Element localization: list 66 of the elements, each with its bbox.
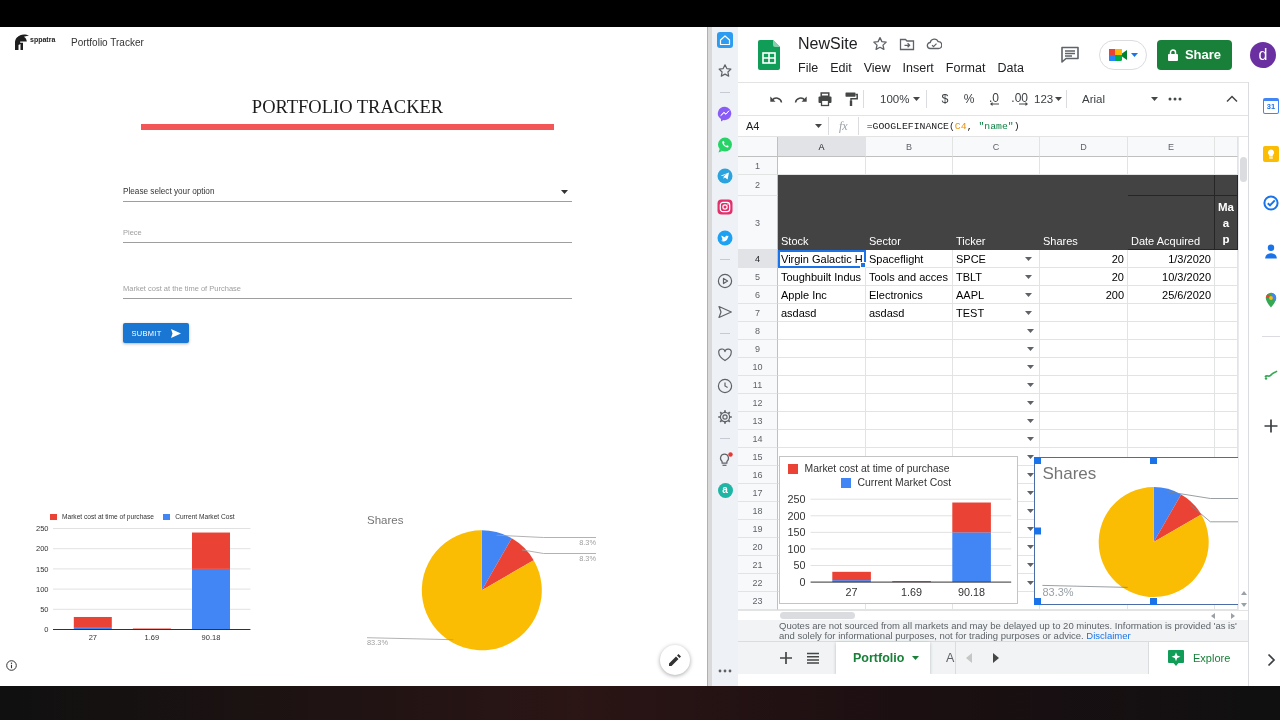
table-header-cell: Date Acquired: [1128, 196, 1215, 250]
legend-label: Market cost at time of purchase: [804, 462, 950, 476]
row-number: 15: [738, 448, 778, 466]
table-cell: 200: [1040, 286, 1128, 304]
table-header-cell: Sector: [866, 175, 953, 250]
row-number: 6: [738, 286, 778, 304]
row-number: 3: [738, 196, 778, 250]
axis-label: 1.69: [901, 585, 923, 598]
row-number: 5: [738, 268, 778, 286]
column-header: E: [1128, 137, 1215, 157]
table-cell: Apple Inc: [778, 286, 866, 304]
app-title: Portfolio Tracker: [71, 36, 144, 48]
chart-title: Shares: [367, 514, 404, 527]
function-symbol: fx: [839, 118, 848, 134]
table-header-cell: Ma a p: [1215, 196, 1238, 250]
row-number: 9: [738, 340, 778, 358]
row-number: 17: [738, 484, 778, 502]
axis-label: 27: [845, 585, 858, 598]
axis-label: 100: [787, 542, 806, 555]
table-cell: Spaceflight: [866, 250, 953, 268]
legend-label: Current Market Cost: [857, 476, 952, 490]
column-header: A: [778, 137, 866, 157]
row-number: 16: [738, 466, 778, 484]
table-header-cell: Stock: [778, 175, 866, 250]
table-cell: 10/3/2020: [1128, 268, 1215, 286]
row-number: 18: [738, 502, 778, 520]
table-cell: Virgin Galactic H: [778, 250, 866, 268]
axis-label: 0: [799, 575, 806, 588]
table-header-cell: Shares: [1040, 175, 1128, 250]
row-number: 12: [738, 394, 778, 412]
table-cell: 20: [1040, 250, 1128, 268]
row-number: 22: [738, 574, 778, 592]
row-number: 10: [738, 358, 778, 376]
page-heading: PORTFOLIO TRACKER: [251, 96, 444, 118]
column-header: B: [866, 137, 953, 157]
axis-label: 50: [793, 559, 806, 572]
table-cell: 25/6/2020: [1128, 286, 1215, 304]
row-number: 23: [738, 592, 778, 610]
row-number: 11: [738, 376, 778, 394]
row-number: 1: [738, 157, 778, 175]
axis-label: 90.18: [958, 585, 986, 598]
table-cell: 20: [1040, 268, 1128, 286]
row-number: 2: [738, 175, 778, 196]
table-cell: Tools and acces: [866, 268, 953, 286]
column-header: D: [1040, 137, 1128, 157]
row-number: 8: [738, 322, 778, 340]
axis-label: 150: [787, 526, 806, 539]
table-cell: asdasd: [866, 304, 953, 322]
row-number: 14: [738, 430, 778, 448]
row-number: 21: [738, 556, 778, 574]
row-number: 13: [738, 412, 778, 430]
axis-label: 250: [787, 493, 806, 505]
table-header-cell: Ticker: [953, 175, 1040, 250]
row-number: 20: [738, 538, 778, 556]
table-cell: 1/3/2020: [1128, 250, 1215, 268]
row-number: 19: [738, 520, 778, 538]
row-number: 7: [738, 304, 778, 322]
table-cell: asdasd: [778, 304, 866, 322]
notice-text: Quotes are not sourced from all markets and may be delayed up to 20 minutes. Information is provided 'as is' and solely for informational purposes, not for trading purposes or advice. Disclaimer: [779, 621, 1238, 641]
table-cell: Toughbuilt Indus: [778, 268, 866, 286]
row-number: 4: [738, 250, 778, 268]
data-label: 83.3%: [1042, 586, 1074, 599]
chart-title: Shares: [1042, 463, 1097, 483]
column-header: C: [953, 137, 1040, 157]
table-cell: Electronics: [866, 286, 953, 304]
axis-label: 200: [787, 509, 806, 522]
